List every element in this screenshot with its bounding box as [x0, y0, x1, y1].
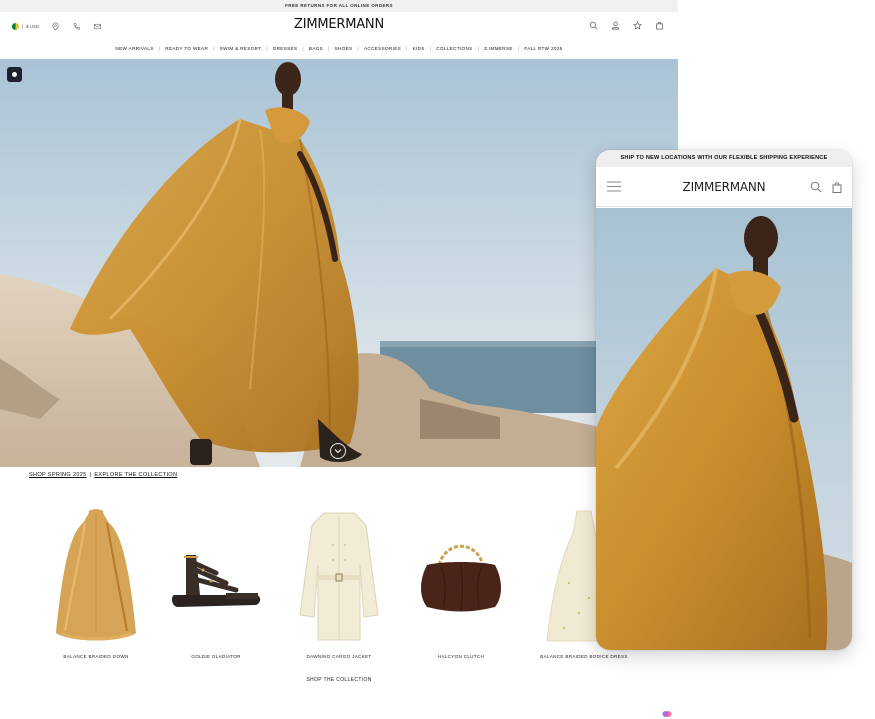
product-card[interactable]: GOLDIE GLADIATOR [156, 500, 276, 665]
main-navigation: NEW ARRIVALS | READY TO WEAR | SWIM & RESORT… [0, 42, 678, 54]
media-badge-icon[interactable] [7, 67, 22, 82]
product-name[interactable]: HALCYON CLUTCH [401, 654, 521, 659]
hero-banner[interactable] [0, 59, 678, 467]
brand-logo[interactable]: ZIMMERMANN [0, 17, 678, 32]
nav-item-collections[interactable]: COLLECTIONS [431, 46, 477, 51]
shop-collection-link[interactable]: SHOP THE COLLECTION [0, 677, 678, 683]
nav-item-bags[interactable]: BAGS [304, 46, 328, 51]
mobile-preview-frame: SHIP TO NEW LOCATIONS WITH OUR FLEXIBLE … [596, 150, 852, 650]
product-name[interactable]: GOLDIE GLADIATOR [156, 654, 276, 659]
mobile-header-icons [810, 181, 843, 193]
nav-item-new-arrivals[interactable]: NEW ARRIVALS [110, 46, 158, 51]
clutch-image[interactable] [401, 500, 521, 650]
scroll-down-chevron-icon[interactable] [330, 443, 346, 459]
nav-item-z-immerse[interactable]: Z.IMMERSE [479, 46, 518, 51]
shop-spring-link[interactable]: SHOP SPRING 2025 [29, 472, 87, 478]
product-card[interactable]: DAWNING CARGO JACKET [279, 500, 399, 665]
product-card[interactable]: BALANCE BRAIDED GOWN [36, 500, 156, 665]
bag-icon[interactable] [831, 181, 843, 193]
search-icon[interactable] [810, 181, 822, 193]
mobile-hero-image[interactable] [596, 208, 852, 650]
account-icon[interactable] [611, 21, 620, 30]
product-name[interactable]: BALANCE BRAIDED BODICE DRESS [524, 654, 644, 659]
site-header: | $ USD ZIMMERMANN [0, 12, 678, 40]
header-utility-right [589, 21, 664, 30]
wishlist-star-icon[interactable] [633, 21, 642, 30]
nav-item-ready-to-wear[interactable]: READY TO WEAR [160, 46, 213, 51]
gown-image[interactable] [36, 500, 156, 650]
bag-icon[interactable] [655, 21, 664, 30]
hero-cta-row: SHOP SPRING 2025 | EXPLORE THE COLLECTIO… [29, 472, 177, 478]
nav-item-swim-resort[interactable]: SWIM & RESORT [215, 46, 267, 51]
hero-image [0, 59, 678, 467]
product-name[interactable]: DAWNING CARGO JACKET [279, 654, 399, 659]
nav-item-accessories[interactable]: ACCESSORIES [359, 46, 406, 51]
promo-bar: FREE RETURNS FOR ALL ONLINE ORDERS [0, 0, 678, 12]
mobile-header: ZIMMERMANN [596, 167, 852, 207]
sandal-image[interactable] [156, 500, 276, 650]
mobile-promo-bar: SHIP TO NEW LOCATIONS WITH OUR FLEXIBLE … [596, 150, 852, 167]
explore-collection-link[interactable]: EXPLORE THE COLLECTION [94, 472, 177, 478]
desktop-page: FREE RETURNS FOR ALL ONLINE ORDERS | $ U… [0, 0, 678, 719]
nav-item-shoes[interactable]: SHOES [330, 46, 358, 51]
jacket-image[interactable] [279, 500, 399, 650]
chat-widget-icon[interactable] [662, 706, 672, 717]
search-icon[interactable] [589, 21, 598, 30]
product-name[interactable]: BALANCE BRAIDED GOWN [36, 654, 156, 659]
nav-item-kids[interactable]: KIDS [408, 46, 430, 51]
cta-separator: | [89, 472, 92, 478]
nav-item-fall-rtw-2025[interactable]: FALL RTW 2025 [519, 46, 567, 51]
nav-item-dresses[interactable]: DRESSES [268, 46, 302, 51]
product-card[interactable]: HALCYON CLUTCH [401, 500, 521, 665]
product-carousel: BALANCE BRAIDED GOWN GOLDIE GLADIATOR DA… [0, 500, 678, 670]
